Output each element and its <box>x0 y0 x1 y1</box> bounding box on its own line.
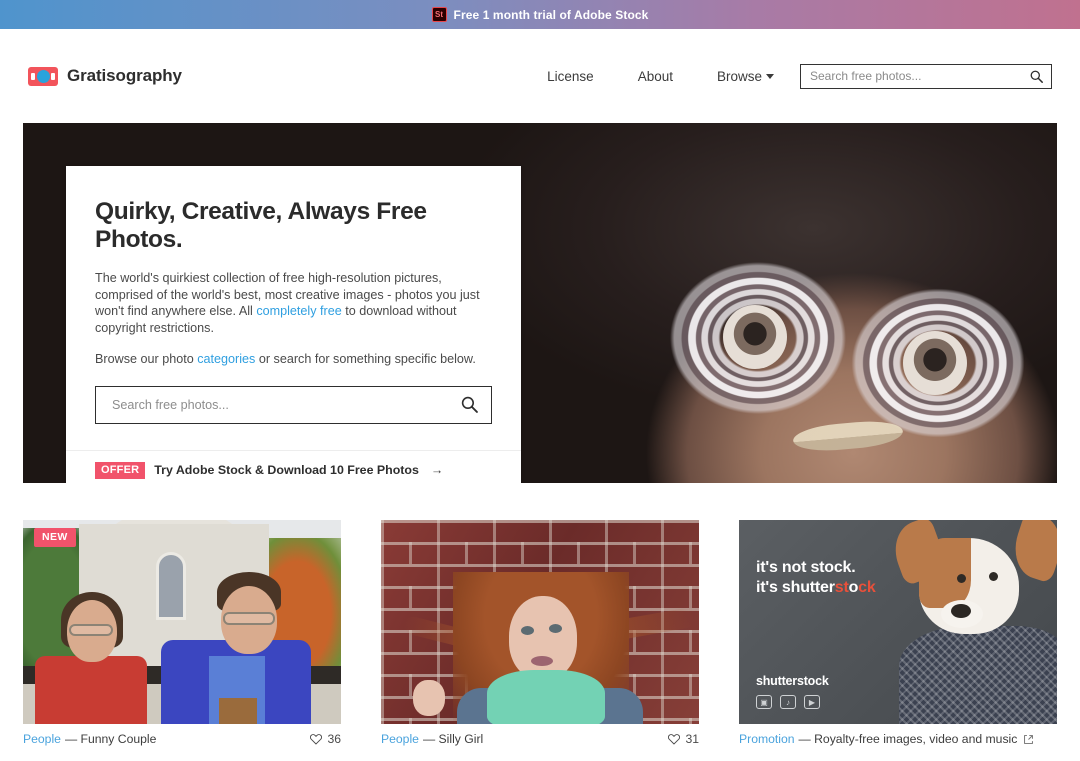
ad-headline-line-2: it's shutterstock <box>756 578 876 598</box>
ad-headline: it's not stock. it's shutterstock <box>756 558 876 597</box>
man-apron-shape <box>219 698 257 724</box>
nav-license[interactable]: License <box>525 63 616 90</box>
page-title: Quirky, Creative, Always Free Photos. <box>95 198 427 253</box>
caption-separator: — <box>798 732 811 746</box>
dog-patch-shape <box>919 538 971 608</box>
completely-free-link[interactable]: completely free <box>256 304 341 318</box>
photo-card-grid: NEW People — Funny Couple 36 People — Si… <box>0 483 1080 746</box>
like-count: 36 <box>327 732 341 746</box>
ad-headline-part-ck: ck <box>858 578 876 596</box>
dog-suit-shape <box>899 626 1057 724</box>
hero-search-box[interactable] <box>95 385 492 424</box>
header-search-box[interactable] <box>800 63 1052 89</box>
card-caption: People — Silly Girl 31 <box>381 732 699 746</box>
external-link-icon[interactable] <box>1023 734 1034 745</box>
card-thumbnail[interactable]: NEW <box>23 520 341 724</box>
search-icon[interactable] <box>461 396 478 414</box>
ad-media-icons: ▣ ♪ ▶ <box>756 695 820 709</box>
hero-paragraph-2: Browse our photo categories or search fo… <box>95 351 492 368</box>
caption-separator: — <box>422 732 436 746</box>
shutterstock-brand-text: shutterstock <box>756 674 829 688</box>
girl-eye-right <box>549 624 562 633</box>
like-counter[interactable]: 31 <box>668 732 699 746</box>
card-thumbnail[interactable]: it's not stock. it's shutterstock shutte… <box>739 520 1057 724</box>
adobe-stock-promo-banner[interactable]: St Free 1 month trial of Adobe Stock <box>0 0 1080 29</box>
like-counter[interactable]: 36 <box>310 732 341 746</box>
card-category-link[interactable]: Promotion <box>739 732 795 746</box>
card-shutterstock-promo[interactable]: it's not stock. it's shutterstock shutte… <box>739 520 1057 746</box>
main-nav: License About Browse <box>525 63 1052 90</box>
promo-banner-text: Free 1 month trial of Adobe Stock <box>453 7 649 22</box>
card-thumbnail[interactable] <box>381 520 699 724</box>
card-title-text: Silly Girl <box>438 732 484 746</box>
card-title: — Funny Couple <box>65 732 156 746</box>
hero-section: Quirky, Creative, Always Free Photos. Th… <box>23 123 1057 483</box>
card-silly-girl[interactable]: People — Silly Girl 31 <box>381 520 699 746</box>
hero-paragraph-2-text-b: or search for something specific below. <box>255 351 476 366</box>
person-woman <box>35 588 147 724</box>
ad-headline-part-a: it's shutter <box>756 578 835 596</box>
adobe-stock-icon: St <box>431 7 447 22</box>
girl-lips-shape <box>531 656 553 666</box>
dog-eye-right <box>989 572 998 581</box>
card-title: — Royalty-free images, video and music <box>799 732 1018 746</box>
like-count: 31 <box>685 732 699 746</box>
card-title-text: Royalty-free images, video and music <box>814 732 1018 746</box>
hero-eye-right <box>903 331 967 395</box>
music-icon: ♪ <box>780 695 796 709</box>
dog-nose-shape <box>951 604 971 618</box>
site-logo[interactable]: Gratisography <box>28 66 182 86</box>
card-funny-couple[interactable]: NEW People — Funny Couple 36 <box>23 520 341 746</box>
dog-illustration <box>885 520 1057 724</box>
card-caption: People — Funny Couple 36 <box>23 732 341 746</box>
offer-text[interactable]: Try Adobe Stock & Download 10 Free Photo… <box>154 463 419 477</box>
site-header: Gratisography License About Browse <box>0 29 1080 123</box>
caption-separator: — <box>64 732 78 746</box>
hero-paragraph-2-text-a: Browse our photo <box>95 351 198 366</box>
heart-icon <box>668 733 681 745</box>
woman-glasses-shape <box>69 624 113 636</box>
card-category-link[interactable]: People <box>23 732 61 746</box>
chevron-down-icon <box>766 73 774 79</box>
adobe-stock-offer-bar[interactable]: OFFER Try Adobe Stock & Download 10 Free… <box>66 449 521 483</box>
man-glasses-shape <box>223 612 275 625</box>
offer-badge: OFFER <box>95 461 146 479</box>
card-title-text: Funny Couple <box>80 732 157 746</box>
ad-headline-part-red: st <box>834 578 849 596</box>
nav-browse[interactable]: Browse <box>695 63 782 90</box>
girl-hand-shape <box>413 680 445 716</box>
header-search-input[interactable] <box>810 69 1030 83</box>
ad-headline-part-o: o <box>848 578 859 596</box>
woman-shirt-shape <box>35 656 147 724</box>
hero-paragraph-1: The world's quirkiest collection of free… <box>95 270 492 337</box>
camera-lens-shape <box>36 69 50 83</box>
girl-eye-left <box>521 626 534 635</box>
hero-eye-left <box>723 305 787 369</box>
person-man <box>161 572 311 724</box>
nav-browse-label: Browse <box>716 68 762 84</box>
search-icon[interactable] <box>1030 70 1043 83</box>
camera-icon: ▣ <box>756 695 772 709</box>
girl-scarf-shape <box>487 670 605 724</box>
new-badge: NEW <box>34 528 76 547</box>
categories-link[interactable]: categories <box>197 352 255 366</box>
site-logo-text: Gratisography <box>67 66 182 85</box>
card-title: — Silly Girl <box>423 732 483 746</box>
arrow-right-icon: → <box>430 463 444 478</box>
dog-eye-left <box>957 574 966 583</box>
heart-icon <box>310 733 323 745</box>
card-caption: Promotion — Royalty-free images, video a… <box>739 732 1057 746</box>
girl-face-shape <box>509 596 577 680</box>
hero-search-input[interactable] <box>112 397 461 412</box>
nav-about[interactable]: About <box>616 63 695 90</box>
camera-logo-icon <box>28 66 58 86</box>
video-icon: ▶ <box>804 695 820 709</box>
ad-headline-line-1: it's not stock. <box>756 559 856 576</box>
card-category-link[interactable]: People <box>381 732 419 746</box>
hero-content-card: Quirky, Creative, Always Free Photos. Th… <box>66 166 521 483</box>
hero-card-body: Quirky, Creative, Always Free Photos. Th… <box>66 166 521 450</box>
